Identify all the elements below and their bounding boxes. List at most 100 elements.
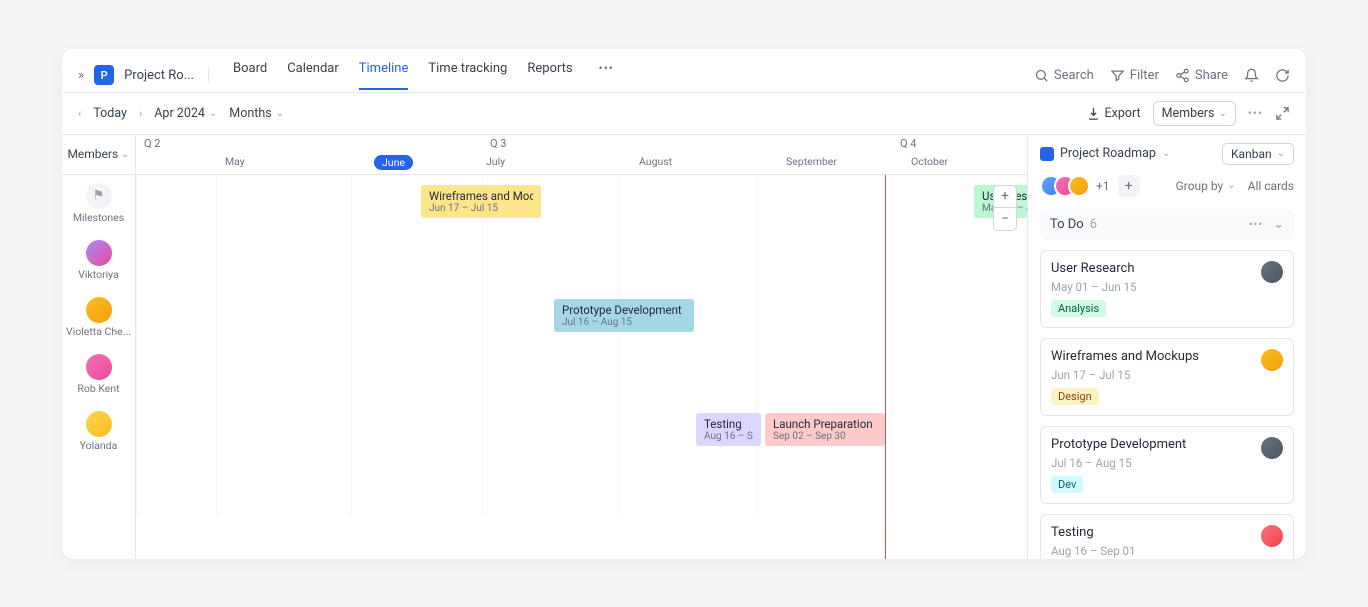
- card[interactable]: Prototype DevelopmentJul 16 – Aug 15Dev: [1040, 426, 1294, 504]
- chevron-down-icon: ⌄: [1227, 180, 1235, 191]
- export-button[interactable]: Export: [1086, 106, 1141, 121]
- filter-label: Filter: [1130, 68, 1159, 83]
- avatar: [1261, 261, 1283, 283]
- row-name: Violetta Che...: [66, 325, 131, 338]
- view-mode-selector[interactable]: Months ⌄: [229, 106, 284, 121]
- month-label: July: [486, 155, 505, 168]
- next-arrow-icon[interactable]: ›: [139, 107, 142, 120]
- project-badge: P: [94, 65, 114, 85]
- search-icon: [1034, 68, 1049, 83]
- chevron-down-icon: ⌄: [1277, 148, 1285, 159]
- expand-breadcrumb-icon[interactable]: »: [78, 68, 84, 83]
- view-mode-value: Months: [229, 106, 271, 121]
- search-button[interactable]: Search: [1034, 68, 1094, 83]
- members-selector[interactable]: Members ⌄: [1153, 101, 1236, 126]
- month-label: June: [374, 155, 413, 170]
- card-title: Testing: [1051, 525, 1135, 540]
- month-value: Apr 2024: [154, 106, 205, 121]
- tab-time-tracking[interactable]: Time tracking: [428, 61, 507, 90]
- group-by-selector[interactable]: Group by ⌄: [1176, 179, 1236, 193]
- today-button[interactable]: Today: [93, 106, 127, 121]
- card[interactable]: TestingAug 16 – Sep 01QA: [1040, 514, 1294, 559]
- gantt-bar[interactable]: Wireframes and MockuJun 17 – Jul 15: [421, 185, 541, 218]
- bar-date: Sep 02 – Sep 30: [773, 431, 877, 442]
- tab-calendar[interactable]: Calendar: [287, 61, 339, 90]
- launch-line: [885, 175, 886, 559]
- column-collapse-icon[interactable]: ⌄: [1273, 217, 1284, 232]
- bar-title: Prototype Development: [562, 303, 686, 317]
- column-count: 6: [1090, 217, 1097, 232]
- timeline-area: Members ⌄ ⚑ Milestones Viktoriya Violetta C…: [62, 135, 1028, 559]
- chevron-down-icon: ⌄: [1218, 108, 1226, 119]
- quarter-label: Q 3: [486, 135, 506, 150]
- more-options-icon[interactable]: •••: [1248, 106, 1263, 120]
- card-tag: Dev: [1051, 476, 1083, 493]
- tab-reports[interactable]: Reports: [527, 61, 572, 90]
- card[interactable]: Wireframes and Mockups Jun 17 – Jul 15 Des…: [1040, 338, 1294, 416]
- row-name: Rob Kent: [77, 382, 119, 395]
- add-member-button[interactable]: +: [1118, 175, 1140, 197]
- avatar-overflow-count[interactable]: +1: [1096, 179, 1110, 193]
- column-more-icon[interactable]: •••: [1249, 218, 1263, 231]
- chevron-down-icon: ⌄: [276, 108, 284, 119]
- row-name: Milestones: [73, 211, 124, 224]
- row-label[interactable]: ⚑ Milestones: [62, 175, 135, 232]
- project-name[interactable]: Project Ro...: [124, 68, 194, 83]
- avatar: [1261, 349, 1283, 371]
- gantt-row: TestingAug 16 – SeLaunch PreparationSep …: [136, 403, 1027, 460]
- panel-project-selector[interactable]: Project Roadmap ⌄: [1040, 146, 1170, 161]
- row-labels: Members ⌄ ⚑ Milestones Viktoriya Violetta C…: [62, 135, 136, 559]
- card-title: Wireframes and Mockups: [1051, 349, 1199, 364]
- members-header-label: Members: [67, 147, 118, 161]
- members-header[interactable]: Members ⌄: [62, 135, 135, 175]
- avatar: [86, 297, 112, 323]
- app-window: » P Project Ro... Board Calendar Timelin…: [62, 49, 1306, 559]
- card-tag: Design: [1051, 388, 1099, 405]
- refresh-icon[interactable]: [1275, 68, 1290, 83]
- gantt-bar[interactable]: TestingAug 16 – Se: [696, 413, 761, 446]
- filter-icon: [1110, 68, 1125, 83]
- avatar[interactable]: [1068, 175, 1090, 197]
- avatar: [86, 411, 112, 437]
- card-date: Jul 16 – Aug 15: [1051, 456, 1186, 470]
- zoom-out-button[interactable]: −: [994, 208, 1016, 230]
- view-kanban-button[interactable]: Kanban ⌄: [1222, 143, 1294, 165]
- bar-title: Wireframes and Mocku: [429, 189, 533, 203]
- zoom-in-button[interactable]: +: [994, 186, 1016, 208]
- prev-arrow-icon[interactable]: ‹: [78, 107, 81, 120]
- filter-button[interactable]: Filter: [1110, 68, 1159, 83]
- month-label: September: [786, 155, 837, 168]
- all-cards-button[interactable]: All cards: [1248, 179, 1294, 193]
- bar-date: Jun 17 – Jul 15: [429, 203, 533, 214]
- row-label[interactable]: Rob Kent: [62, 346, 135, 403]
- bar-date: Aug 16 – Se: [704, 431, 753, 442]
- panel-project-name: Project Roadmap: [1060, 146, 1156, 161]
- tab-board[interactable]: Board: [233, 61, 267, 90]
- month-selector[interactable]: Apr 2024 ⌄: [154, 106, 217, 121]
- right-panel: Project Roadmap ⌄ Kanban ⌄ +1 +: [1028, 135, 1306, 559]
- gantt-bar[interactable]: Launch PreparationSep 02 – Sep 30: [765, 413, 885, 446]
- bar-title: Testing: [704, 417, 753, 431]
- card[interactable]: User ResearchMay 01 – Jun 15Analysis: [1040, 250, 1294, 328]
- month-label: August: [639, 155, 672, 168]
- row-label[interactable]: Violetta Che...: [62, 289, 135, 346]
- gantt-row: Prototype DevelopmentJul 16 – Aug 15: [136, 289, 1027, 346]
- separator: [208, 67, 209, 83]
- chevron-down-icon: ⌄: [121, 149, 129, 160]
- column-name: To Do: [1050, 217, 1084, 232]
- column-header: To Do 6 ••• ⌄: [1040, 209, 1294, 240]
- expand-icon[interactable]: [1275, 106, 1290, 121]
- avatar: [86, 354, 112, 380]
- group-by-label: Group by: [1176, 179, 1224, 193]
- card-date: Jun 17 – Jul 15: [1051, 368, 1199, 382]
- row-label[interactable]: Viktoriya: [62, 232, 135, 289]
- header-left: » P Project Ro... Board Calendar Timelin…: [78, 61, 614, 90]
- bell-icon[interactable]: [1244, 68, 1259, 83]
- share-icon: [1175, 68, 1190, 83]
- flag-icon: ⚑: [86, 183, 112, 209]
- share-button[interactable]: Share: [1175, 68, 1228, 83]
- tab-more-icon[interactable]: •••: [599, 61, 614, 90]
- tab-timeline[interactable]: Timeline: [359, 61, 409, 90]
- gantt-bar[interactable]: Prototype DevelopmentJul 16 – Aug 15: [554, 299, 694, 332]
- row-label[interactable]: Yolanda: [62, 403, 135, 460]
